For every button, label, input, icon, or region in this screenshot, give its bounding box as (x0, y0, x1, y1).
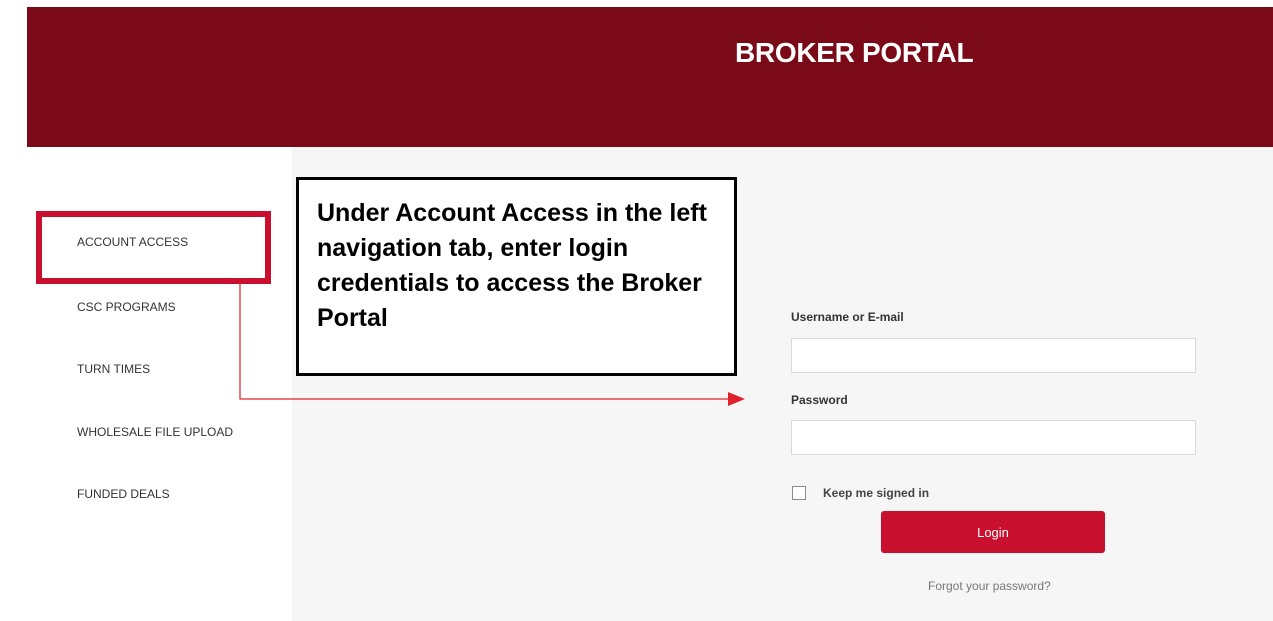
login-button[interactable]: Login (881, 511, 1105, 553)
username-label: Username or E-mail (791, 310, 904, 324)
sidebar-item-funded-deals[interactable]: FUNDED DEALS (77, 487, 170, 501)
account-access-highlight (36, 211, 271, 284)
instruction-text: Under Account Access in the left navigat… (317, 199, 707, 332)
instruction-callout: Under Account Access in the left navigat… (296, 177, 737, 376)
sidebar-item-turn-times[interactable]: TURN TIMES (77, 362, 150, 376)
password-input[interactable] (791, 420, 1196, 455)
sidebar-item-wholesale-file-upload[interactable]: WHOLESALE FILE UPLOAD (77, 425, 233, 439)
forgot-password-link[interactable]: Forgot your password? (928, 579, 1051, 593)
sidebar-item-csc-programs[interactable]: CSC PROGRAMS (77, 300, 176, 314)
portal-title: BROKER PORTAL (735, 37, 974, 68)
keep-signed-in-label: Keep me signed in (823, 486, 930, 500)
username-input[interactable] (791, 338, 1196, 373)
portal-header: BROKER PORTAL (27, 7, 1273, 147)
keep-signed-in-checkbox[interactable] (792, 486, 806, 500)
password-label: Password (791, 393, 848, 407)
